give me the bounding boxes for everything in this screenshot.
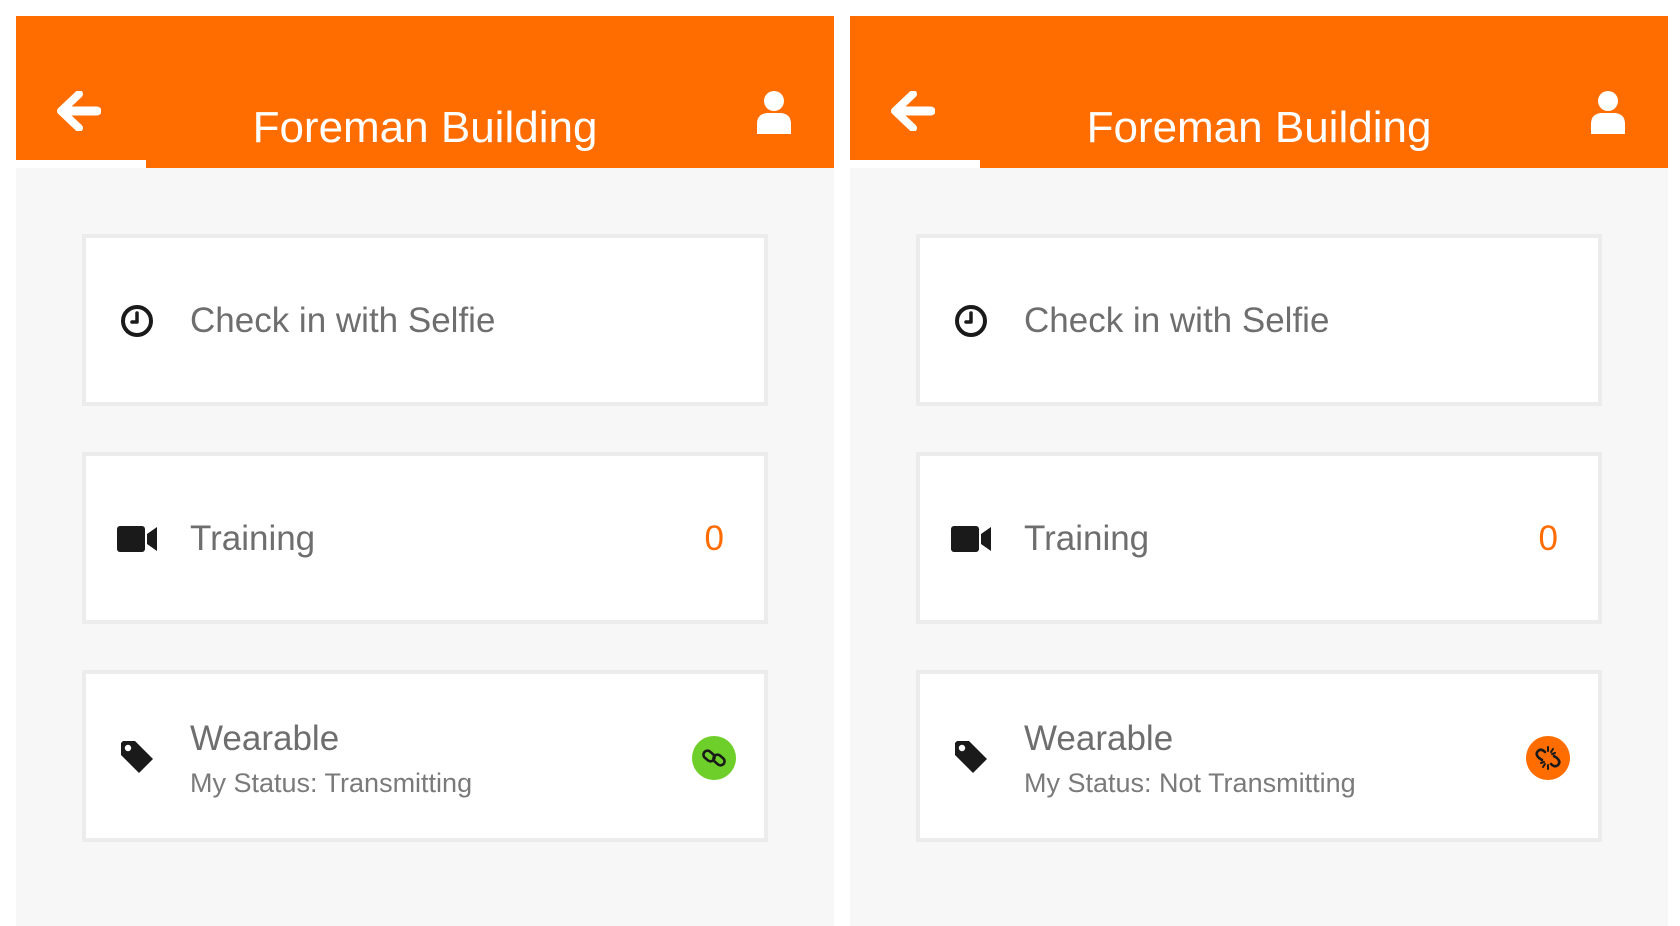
link-icon: [702, 746, 726, 770]
screen-not-transmitting: Foreman Building Check in with Selfie Tr…: [850, 16, 1668, 926]
checkin-label: Check in with Selfie: [190, 301, 496, 340]
training-count: 0: [1538, 519, 1558, 558]
checkin-card[interactable]: Check in with Selfie: [916, 234, 1602, 406]
checkin-label: Check in with Selfie: [1024, 301, 1330, 340]
training-card[interactable]: Training 0: [82, 452, 768, 624]
clock-icon: [950, 300, 992, 342]
status-badge: [692, 736, 736, 780]
status-badge: [1526, 736, 1570, 780]
tab-indicator: [850, 160, 980, 168]
app-header: Foreman Building: [850, 16, 1668, 168]
tag-icon: [950, 736, 992, 778]
wearable-status-text: My Status: Not Transmitting: [1024, 768, 1356, 798]
page-title: Foreman Building: [252, 103, 598, 152]
back-button[interactable]: [54, 86, 104, 136]
wearable-card[interactable]: Wearable My Status: Transmitting: [82, 670, 768, 842]
video-camera-icon: [116, 518, 158, 560]
profile-button[interactable]: [752, 86, 796, 138]
wearable-status-text: My Status: Transmitting: [190, 768, 473, 798]
arrow-left-icon: [57, 91, 101, 131]
checkin-card[interactable]: Check in with Selfie: [82, 234, 768, 406]
profile-button[interactable]: [1586, 86, 1630, 138]
training-label: Training: [190, 519, 316, 558]
page-title: Foreman Building: [1086, 103, 1432, 152]
arrow-left-icon: [891, 91, 935, 131]
wearable-label: Wearable: [190, 719, 340, 758]
wearable-label: Wearable: [1024, 719, 1174, 758]
clock-icon: [116, 300, 158, 342]
user-icon: [1589, 90, 1627, 134]
training-card[interactable]: Training 0: [916, 452, 1602, 624]
user-icon: [755, 90, 793, 134]
tag-icon: [116, 736, 158, 778]
screen-transmitting: Foreman Building Check in with Selfie Tr…: [16, 16, 834, 926]
app-header: Foreman Building: [16, 16, 834, 168]
training-count: 0: [704, 519, 724, 558]
tab-indicator: [16, 160, 146, 168]
back-button[interactable]: [888, 86, 938, 136]
broken-link-icon: [1535, 745, 1561, 771]
video-camera-icon: [950, 518, 992, 560]
training-label: Training: [1024, 519, 1150, 558]
wearable-card[interactable]: Wearable My Status: Not Transmitting: [916, 670, 1602, 842]
